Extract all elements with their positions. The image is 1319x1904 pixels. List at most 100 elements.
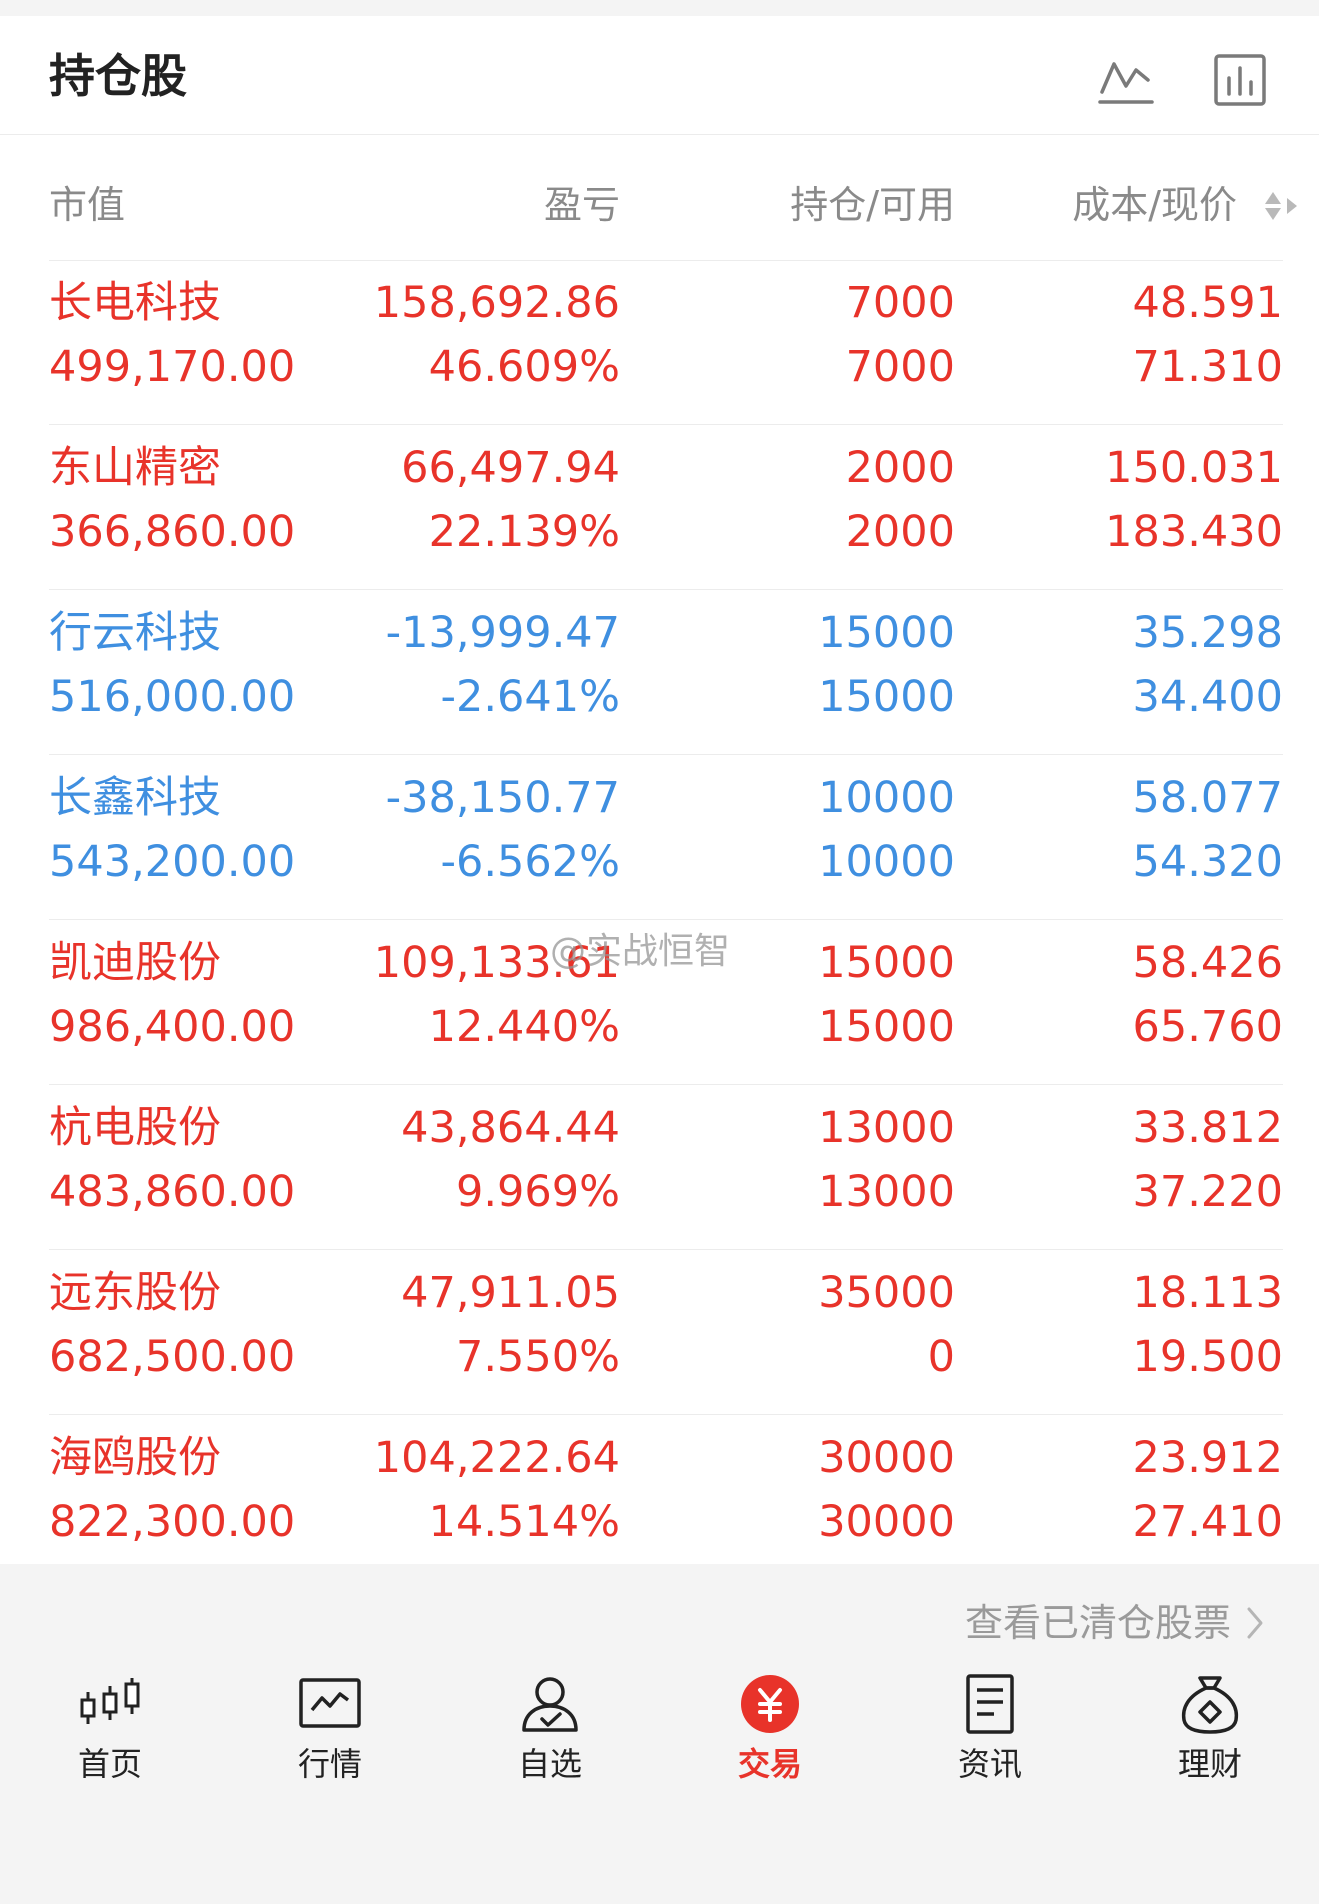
current-price: 54.320: [1132, 837, 1283, 887]
holding-qty: 7000: [845, 278, 955, 328]
nav-label: 行情: [297, 1745, 362, 1783]
available-qty: 0: [927, 1332, 955, 1382]
cost-price: 48.591: [1132, 278, 1283, 328]
stock-name: 杭电股份: [49, 1103, 221, 1153]
available-qty: 30000: [818, 1497, 955, 1547]
profit-loss-pct: -2.641%: [440, 672, 620, 722]
cost-price: 23.912: [1132, 1433, 1283, 1483]
holding-row[interactable]: 长鑫科技 543,200.00 -38,150.77 -6.562% 10000 1000…: [49, 755, 1283, 920]
market-chart-icon: [299, 1678, 361, 1728]
current-price: 27.410: [1132, 1497, 1283, 1547]
cost-price: 18.113: [1132, 1268, 1283, 1318]
profit-loss-pct: 22.139%: [428, 507, 620, 557]
available-qty: 15000: [818, 672, 955, 722]
nav-news[interactable]: 资讯: [910, 1660, 1070, 1800]
nav-label: 交易: [737, 1745, 802, 1783]
current-price: 37.220: [1132, 1167, 1283, 1217]
page-title: 持仓股: [49, 49, 187, 103]
available-qty: 10000: [818, 837, 955, 887]
available-qty: 13000: [818, 1167, 955, 1217]
holding-row[interactable]: 海鸥股份 822,300.00 104,222.64 14.514% 30000 3000…: [49, 1415, 1283, 1579]
line-chart-icon[interactable]: [1098, 52, 1154, 108]
cost-price: 58.426: [1132, 938, 1283, 988]
holding-row[interactable]: 东山精密 366,860.00 66,497.94 22.139% 2000 2000 15…: [49, 425, 1283, 590]
profit-loss-pct: 7.550%: [456, 1332, 620, 1382]
available-qty: 2000: [845, 507, 955, 557]
market-value: 543,200.00: [49, 837, 296, 887]
profit-loss: 43,864.44: [401, 1103, 620, 1153]
money-bag-icon: [1181, 1676, 1239, 1734]
profit-loss-pct: 9.969%: [456, 1167, 620, 1217]
available-qty: 15000: [818, 1002, 955, 1052]
profit-loss: 47,911.05: [401, 1268, 620, 1318]
profit-loss-pct: -6.562%: [440, 837, 620, 887]
holding-qty: 15000: [818, 608, 955, 658]
nav-market[interactable]: 行情: [250, 1660, 410, 1800]
holding-row[interactable]: 远东股份 682,500.00 47,911.05 7.550% 35000 0 18.11…: [49, 1250, 1283, 1415]
nav-trade[interactable]: 交易: [690, 1660, 850, 1800]
holding-row[interactable]: 行云科技 516,000.00 -13,999.47 -2.641% 15000 1500…: [49, 590, 1283, 755]
cost-price: 35.298: [1132, 608, 1283, 658]
cost-price: 150.031: [1105, 443, 1283, 493]
nav-label: 首页: [77, 1745, 142, 1783]
profit-loss-pct: 14.514%: [428, 1497, 620, 1547]
column-header: 市值 盈亏 持仓/可用 成本/现价: [49, 156, 1297, 261]
profit-loss: 66,497.94: [401, 443, 620, 493]
market-value: 986,400.00: [49, 1002, 296, 1052]
holding-qty: 2000: [845, 443, 955, 493]
market-value: 366,860.00: [49, 507, 296, 557]
holdings-card: 持仓股 市值 盈亏 持仓/可用 成本/现价 长电科技 499,170.00 158,…: [0, 16, 1319, 1564]
current-price: 183.430: [1105, 507, 1283, 557]
stock-name: 海鸥股份: [49, 1433, 221, 1483]
current-price: 71.310: [1132, 342, 1283, 392]
bottom-nav: 首页 行情 自选 交易 资讯 理财: [0, 1660, 1319, 1810]
yuan-icon: [741, 1675, 799, 1733]
market-value: 499,170.00: [49, 342, 296, 392]
watermark: @实战恒智: [550, 931, 731, 972]
cost-price: 58.077: [1132, 773, 1283, 823]
chevron-right-icon: [1247, 1607, 1263, 1639]
holding-row[interactable]: 长电科技 499,170.00 158,692.86 46.609% 7000 7000 4…: [49, 260, 1283, 425]
column-holding[interactable]: 持仓/可用: [790, 182, 955, 228]
holding-row[interactable]: 杭电股份 483,860.00 43,864.44 9.969% 13000 13000 3…: [49, 1085, 1283, 1250]
profit-loss-pct: 12.440%: [428, 1002, 620, 1052]
user-check-icon: [522, 1677, 578, 1732]
header: 持仓股: [0, 16, 1319, 135]
holding-qty: 30000: [818, 1433, 955, 1483]
nav-label: 自选: [517, 1745, 582, 1783]
current-price: 34.400: [1132, 672, 1283, 722]
view-cleared-stocks-link[interactable]: 查看已清仓股票: [965, 1598, 1265, 1648]
profit-loss: -13,999.47: [385, 608, 620, 658]
nav-label: 理财: [1177, 1745, 1242, 1783]
nav-label: 资讯: [957, 1745, 1022, 1783]
stock-name: 凯迪股份: [49, 938, 221, 988]
available-qty: 7000: [845, 342, 955, 392]
stock-name: 东山精密: [49, 443, 221, 493]
profit-loss-pct: 46.609%: [428, 342, 620, 392]
market-value: 483,860.00: [49, 1167, 296, 1217]
market-value: 516,000.00: [49, 672, 296, 722]
market-value: 682,500.00: [49, 1332, 296, 1382]
cleared-link-label: 查看已清仓股票: [964, 1601, 1231, 1645]
column-cost-price[interactable]: 成本/现价: [1072, 182, 1237, 228]
column-profit-loss[interactable]: 盈亏: [544, 182, 620, 228]
current-price: 65.760: [1132, 1002, 1283, 1052]
bar-chart-icon[interactable]: [1212, 52, 1268, 108]
holding-qty: 35000: [818, 1268, 955, 1318]
holding-qty: 13000: [818, 1103, 955, 1153]
holding-qty: 15000: [818, 938, 955, 988]
profit-loss: 158,692.86: [373, 278, 620, 328]
nav-watchlist[interactable]: 自选: [470, 1660, 630, 1800]
nav-finance[interactable]: 理财: [1130, 1660, 1290, 1800]
nav-home[interactable]: 首页: [30, 1660, 190, 1800]
stock-name: 长鑫科技: [49, 773, 221, 823]
holdings-list: 长电科技 499,170.00 158,692.86 46.609% 7000 7000 4…: [49, 260, 1283, 1579]
document-icon: [966, 1674, 1014, 1734]
stock-name: 远东股份: [49, 1268, 221, 1318]
market-value: 822,300.00: [49, 1497, 296, 1547]
stock-name: 长电科技: [49, 278, 221, 328]
cost-price: 33.812: [1132, 1103, 1283, 1153]
column-market-value[interactable]: 市值: [49, 182, 125, 228]
holding-qty: 10000: [818, 773, 955, 823]
sort-icon[interactable]: [1261, 186, 1301, 226]
